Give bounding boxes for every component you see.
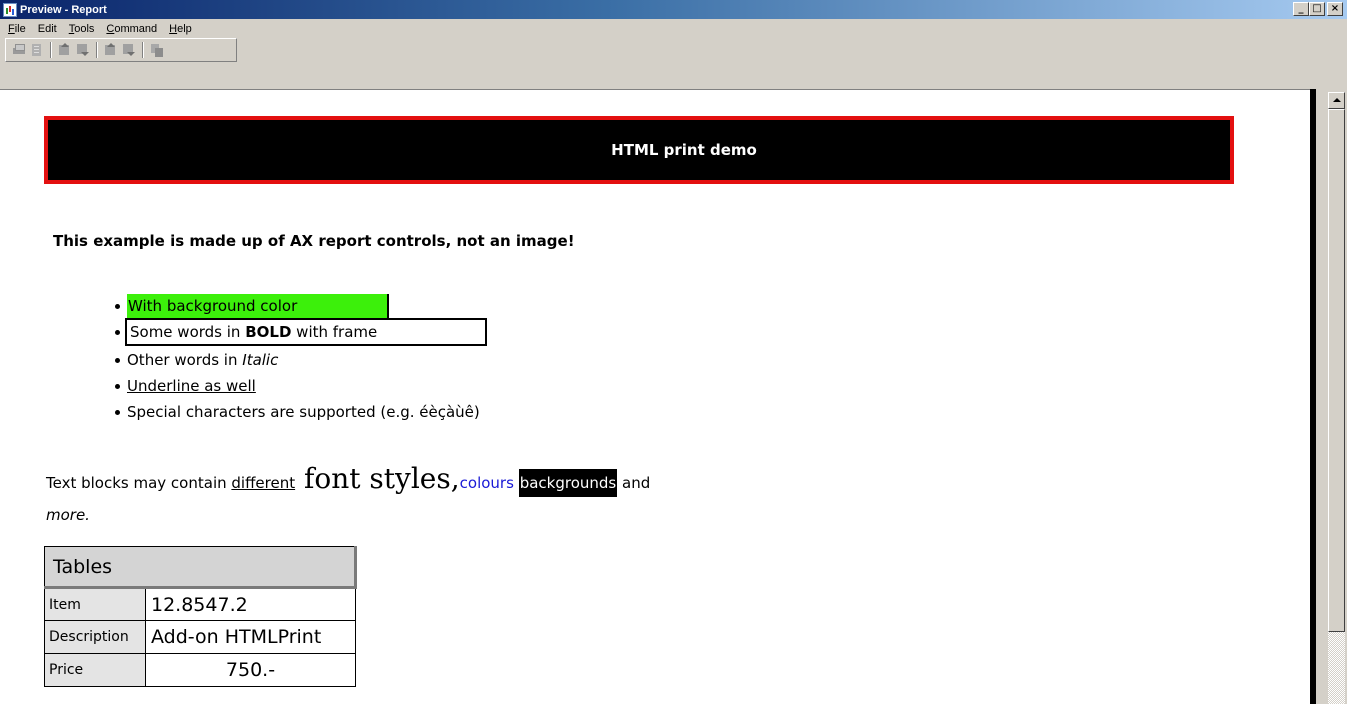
report-intro: This example is made up of AX report con… <box>53 232 575 250</box>
list-item: Some words in BOLD with frame <box>115 318 487 346</box>
page-edge <box>1310 89 1316 704</box>
first-page-icon[interactable] <box>103 42 119 58</box>
table-row: Description Add-on HTMLPrint <box>44 620 356 654</box>
vertical-scrollbar-thumb[interactable] <box>1328 109 1345 632</box>
copy-icon[interactable] <box>149 42 165 58</box>
list-item: Other words in Italic <box>115 348 278 372</box>
menu-tools[interactable]: Tools <box>69 23 95 35</box>
table-header-row: Tables <box>44 546 357 589</box>
bullet-icon <box>115 303 120 309</box>
table-cell-value: Add-on HTMLPrint <box>145 620 356 654</box>
toolbar <box>5 38 237 62</box>
toolbar-separator <box>50 42 52 58</box>
italic-line: Other words in Italic <box>127 351 279 369</box>
bullet-icon <box>115 383 120 389</box>
text-segment: Text blocks may contain <box>46 474 232 492</box>
black-background-segment: backgrounds <box>518 469 618 497</box>
title-bar: Preview - Report _ □ × <box>0 0 1347 19</box>
table-row: Item 12.8547.2 <box>44 587 356 621</box>
toolbar-separator <box>142 42 144 58</box>
report-table: Tables Item 12.8547.2 Description Add-on… <box>44 546 357 687</box>
toolbar-separator <box>96 42 98 58</box>
list-item: With background color <box>115 293 389 319</box>
menu-command[interactable]: Command <box>106 23 157 35</box>
bullet-icon <box>115 357 120 363</box>
italic-segment: more. <box>46 506 90 524</box>
styled-text-block: Text blocks may contain different font s… <box>46 462 746 525</box>
window-controls: _ □ × <box>1293 2 1343 16</box>
print-icon[interactable] <box>11 42 27 58</box>
minimize-button[interactable]: _ <box>1293 2 1309 16</box>
table-cell-label: Price <box>44 653 146 687</box>
table-cell-value: 12.8547.2 <box>145 587 356 621</box>
table-cell-label: Item <box>44 587 146 621</box>
text-segment: and <box>617 474 651 492</box>
green-background-text: With background color <box>127 293 389 319</box>
report-banner: HTML print demo <box>44 116 1234 184</box>
table-cell-label: Description <box>44 620 146 654</box>
maximize-button[interactable]: □ <box>1309 2 1325 16</box>
last-page-icon[interactable] <box>121 42 137 58</box>
banner-title: HTML print demo <box>611 141 757 159</box>
menu-edit[interactable]: Edit <box>38 23 57 35</box>
menu-file[interactable]: File <box>8 23 26 35</box>
bullet-icon <box>115 329 120 335</box>
special-characters-text: Special characters are supported (e.g. é… <box>127 403 480 421</box>
table-row: Price 750.- <box>44 653 356 687</box>
bullet-icon <box>115 409 120 415</box>
window-title: Preview - Report <box>20 3 107 16</box>
serif-large-segment: font styles, <box>295 462 460 495</box>
underlined-segment: different <box>231 474 296 492</box>
list-item: Special characters are supported (e.g. é… <box>115 400 480 424</box>
list-item: Underline as well <box>115 374 256 398</box>
underline-text: Underline as well <box>127 377 256 395</box>
close-button[interactable]: × <box>1327 2 1343 16</box>
menu-bar: File Edit Tools Command Help <box>0 19 1347 38</box>
report-app-icon <box>3 2 17 17</box>
menu-help[interactable]: Help <box>169 23 192 35</box>
table-header: Tables <box>44 546 357 589</box>
scroll-up-button[interactable] <box>1328 92 1345 109</box>
page-down-icon[interactable] <box>75 42 91 58</box>
table-cell-value: 750.- <box>145 653 356 687</box>
blue-segment: colours <box>459 474 514 492</box>
document-icon[interactable] <box>29 42 45 58</box>
framed-text: Some words in BOLD with frame <box>125 318 487 346</box>
page-up-icon[interactable] <box>57 42 73 58</box>
